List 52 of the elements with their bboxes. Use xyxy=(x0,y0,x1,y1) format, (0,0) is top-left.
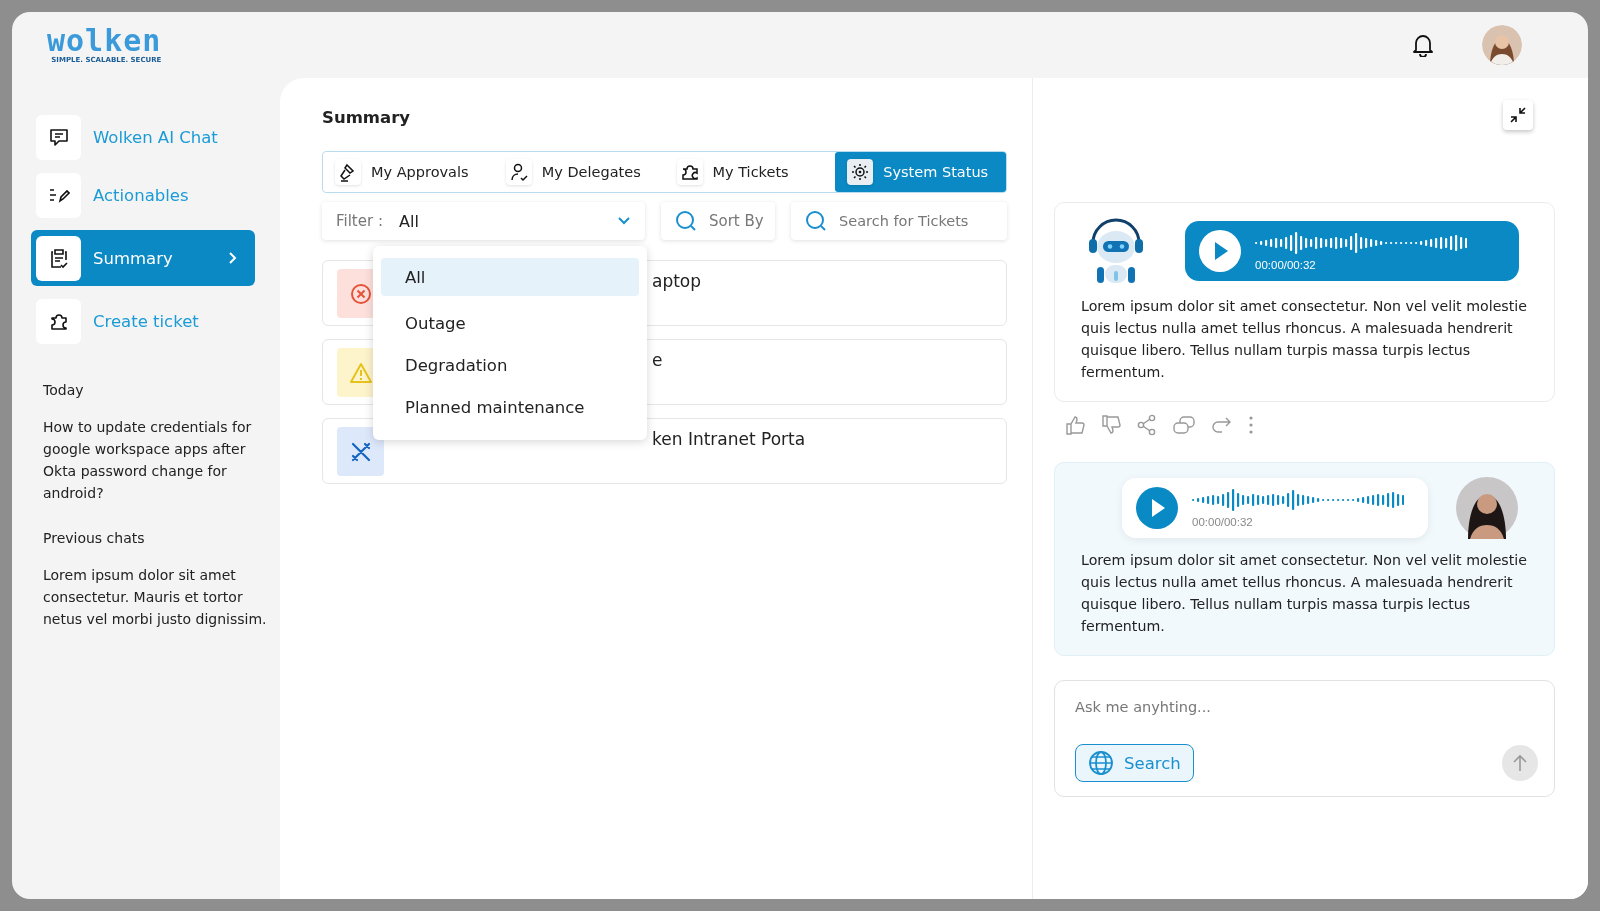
search-icon xyxy=(675,210,697,232)
section-heading: Today xyxy=(43,382,85,398)
thumbs-up-icon[interactable] xyxy=(1064,414,1086,436)
audio-time: 00:00/00:32 xyxy=(1255,259,1317,271)
chat-history-item[interactable]: How to update credentials for google workspace apps after Okta password change for android? xyxy=(43,416,271,504)
audio-player[interactable]: 00:00/00:32 xyxy=(1122,478,1428,538)
search-field[interactable]: Search for Tickets xyxy=(791,202,1007,240)
page-title: Summary xyxy=(322,108,412,127)
globe-icon xyxy=(1088,750,1114,776)
chat-history-item[interactable]: Lorem ipsum dolor sit amet consectetur. Mauris et tortor netus vel morbi justo dignissim. xyxy=(43,564,271,630)
puzzle-icon xyxy=(679,162,700,182)
tab[interactable]: My Approvals xyxy=(323,152,494,192)
nav-item[interactable]: Summary xyxy=(31,230,255,286)
more-icon[interactable] xyxy=(1248,415,1254,435)
section-heading: Previous chats xyxy=(43,530,146,546)
avatar[interactable] xyxy=(1482,25,1522,65)
search-icon xyxy=(805,210,827,232)
message-text: Lorem ipsum dolor sit amet consectetur. Non vel velit molestie quis lectus nulla amet tellus rhoncus. A malesuada hendrerit quisque libero. Tellus nullam turpis massa turpis lectus fermentum. xyxy=(1081,297,1528,382)
dropdown-option[interactable]: All xyxy=(381,258,639,296)
sun-gear-icon xyxy=(850,162,871,182)
sort-button[interactable]: Sort By xyxy=(661,202,775,240)
person-check-icon xyxy=(508,162,529,182)
filter-dropdown[interactable]: Filter : All xyxy=(322,202,645,240)
collapse-icon xyxy=(1510,107,1526,123)
tab[interactable]: My Tickets xyxy=(664,152,836,192)
dropdown-option[interactable]: Degradation xyxy=(381,348,639,382)
error-circle-icon xyxy=(349,282,372,305)
play-icon[interactable] xyxy=(1199,230,1241,272)
ticket-title: e xyxy=(652,350,663,370)
ticket-card[interactable]: ken Intranet Porta xyxy=(322,418,1007,484)
audio-player[interactable]: 00:00/00:32 xyxy=(1185,221,1519,281)
ticket-title: aptop xyxy=(652,271,702,291)
share-icon[interactable] xyxy=(1136,414,1158,436)
ticket-title: ken Intranet Porta xyxy=(652,429,806,449)
notification-bell-icon[interactable] xyxy=(1412,33,1434,57)
warning-icon xyxy=(348,361,373,384)
thumbs-down-icon[interactable] xyxy=(1100,414,1122,436)
logo-wordmark: wolken xyxy=(47,26,162,56)
chevron-down-icon xyxy=(617,216,631,226)
send-button[interactable] xyxy=(1502,745,1538,781)
tools-icon xyxy=(349,440,372,463)
collapse-button[interactable] xyxy=(1503,100,1533,130)
message-text: Lorem ipsum dolor sit amet consectetur. Non vel velit molestie quis lectus nulla amet tellus rhoncus. A malesuada hendrerit quisque libero. Tellus nullam turpis massa turpis lectus fermentum. xyxy=(1081,551,1528,636)
chat-bubble-icon xyxy=(47,126,70,148)
copy-icon[interactable] xyxy=(1172,414,1196,436)
arrow-up-icon xyxy=(1512,754,1528,772)
tab[interactable]: My Delegates xyxy=(493,152,665,192)
chevron-right-icon xyxy=(228,251,238,265)
avatar xyxy=(1456,477,1518,539)
audio-time: 00:00/00:32 xyxy=(1192,516,1254,528)
play-icon[interactable] xyxy=(1136,487,1178,529)
tab[interactable]: System Status xyxy=(835,152,1006,192)
